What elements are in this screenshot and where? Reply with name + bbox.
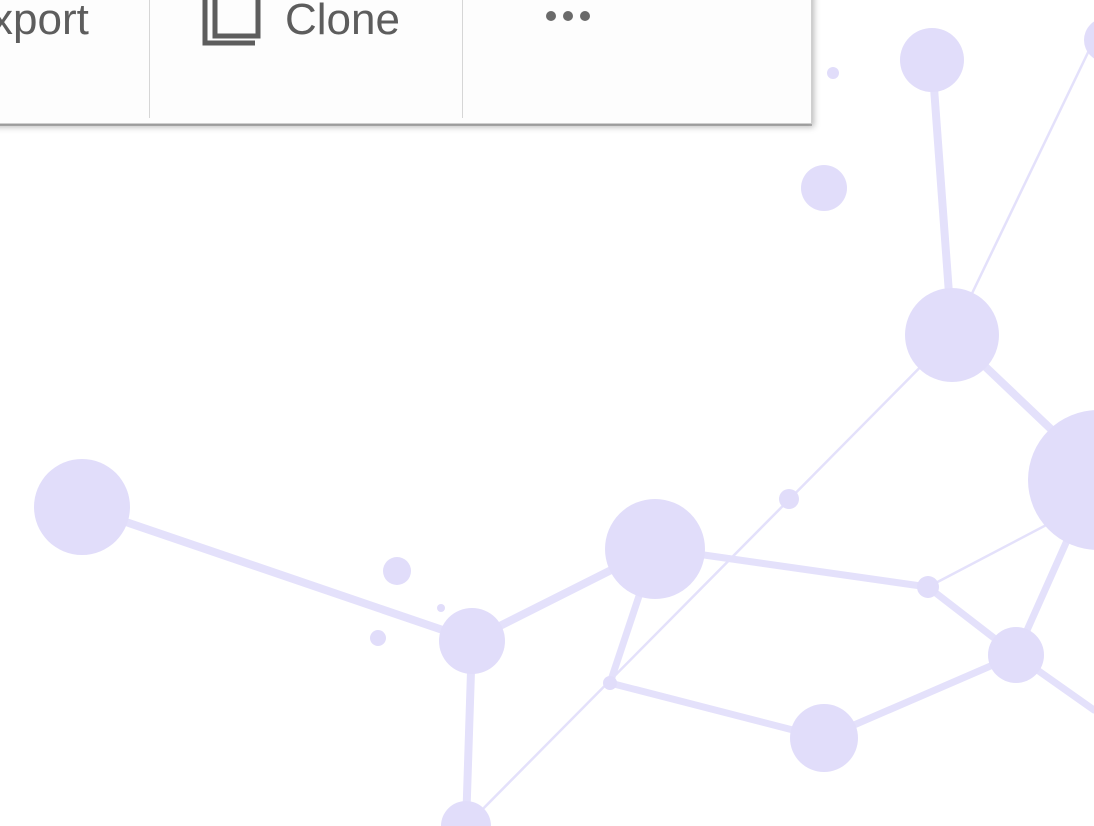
more-horizontal-icon [546, 11, 590, 21]
export-label: xport [0, 0, 89, 44]
export-button[interactable]: xport [0, 0, 149, 118]
clone-label: Clone [285, 0, 400, 44]
action-toolbar: xport Clone [0, 0, 812, 124]
clone-icon [202, 0, 261, 46]
clone-button[interactable]: Clone [150, 0, 461, 118]
more-options-button[interactable] [462, 0, 811, 118]
